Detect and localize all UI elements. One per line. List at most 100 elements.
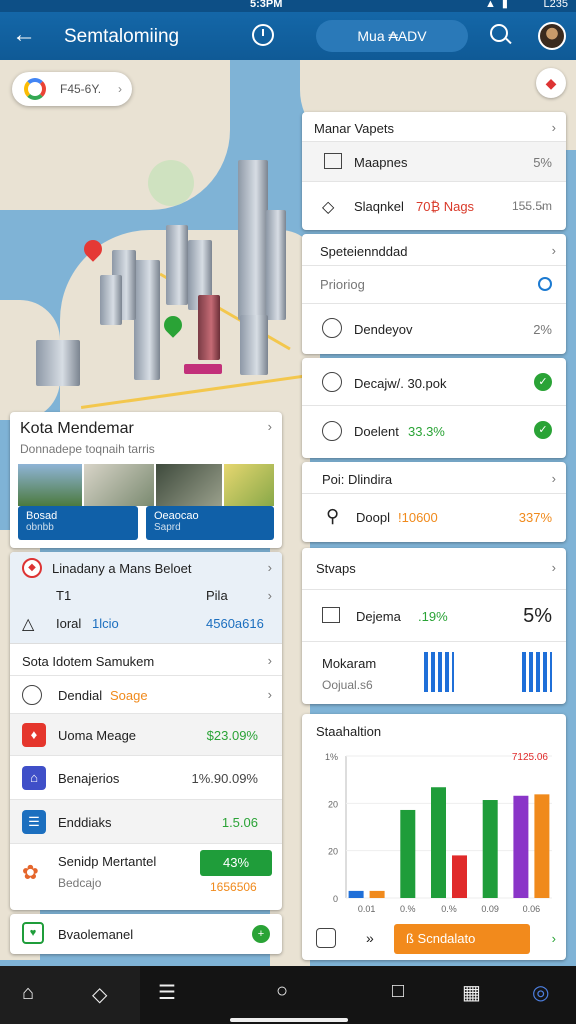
list-item[interactable]: ⚲ Doopl !10600 337%	[302, 494, 566, 542]
x-tick-label: 0.01	[358, 904, 376, 914]
row-label: Dendeyov	[354, 322, 413, 337]
list-item[interactable]: Maapnes 5%	[302, 142, 566, 182]
place-card: Kota Mendemar › Donnadepe toqnaih tarris…	[10, 412, 282, 548]
card-header[interactable]: Speteiennddad ›	[302, 234, 566, 266]
chevron-right-icon: ›	[551, 120, 556, 135]
photo-thumbnail[interactable]	[224, 464, 274, 506]
list-item[interactable]: Decajw/. 30.pok ✓	[302, 358, 566, 406]
row-sub: Oojual.s6	[322, 678, 373, 692]
back-arrow-icon[interactable]: ←	[12, 22, 36, 48]
y-tick-label: 20	[328, 847, 338, 857]
card-header[interactable]: Manar Vapets ›	[302, 112, 566, 142]
chevron-right-icon: ›	[267, 588, 272, 603]
radio-button[interactable]	[538, 277, 552, 291]
card-header[interactable]: Stvaps ›	[302, 548, 566, 590]
row-label: Doopl	[356, 510, 390, 525]
map-search-text: F45-6Y.	[60, 82, 102, 96]
assistant-icon[interactable]: ◎	[532, 980, 549, 1005]
list-item[interactable]: Dejema .19% 5%	[302, 590, 566, 642]
data-value-label: 7125.06	[512, 752, 549, 763]
row-value: 1656506	[210, 880, 257, 894]
list-item[interactable]: ♦ Uoma Meage $23.09%	[10, 714, 282, 756]
list-item[interactable]: Prioriog	[302, 266, 566, 304]
tag-icon[interactable]: ◇	[92, 982, 107, 1007]
list-item[interactable]: Dendeyov 2%	[302, 304, 566, 354]
list-item[interactable]: ◇ Slaqnkel 70₿ Nags 15̵5.5̵m	[302, 182, 566, 230]
list-item[interactable]: Doelent 33.3% ✓	[302, 406, 566, 456]
list-header[interactable]: ◆ Linadany a Mans Beloet › T1 Pila › △ I…	[10, 552, 282, 644]
chart-title: Staahaltion	[316, 724, 382, 739]
header-row2-mid: 1lcio	[92, 616, 119, 631]
alarm-clock-icon[interactable]	[252, 24, 274, 46]
chevron-right-icon[interactable]: ›	[552, 931, 556, 946]
list-item[interactable]: Mokaram Oojual.s6	[302, 642, 566, 704]
chevron-right-icon: ›	[267, 653, 272, 668]
bottom-row-card[interactable]: ♥ Bvaolemanel +	[10, 914, 282, 954]
mode-pill-button[interactable]: Mua ₳ADV	[316, 20, 468, 52]
x-tick-label: 0.06	[523, 904, 541, 914]
row-label: Dendial	[58, 688, 103, 703]
photo-thumbnail[interactable]	[84, 464, 154, 506]
chart-bar	[513, 795, 529, 898]
simulate-button-label: ß Scndalato	[406, 931, 476, 946]
card-title: Speteiennddad	[320, 244, 408, 259]
card-title: Manar Vapets	[314, 121, 394, 136]
recents-icon[interactable]: □	[392, 980, 404, 1003]
row-label: Bvaolemanel	[58, 927, 134, 942]
row-label: Mokaram	[322, 656, 377, 671]
row-label: Senidp Mertantel	[58, 854, 157, 869]
app-title: Semtalomiing	[64, 26, 180, 47]
list-item[interactable]: ✿ Senidp Mertantel Bedcajo 43% 1656506	[10, 844, 282, 902]
settings-card: Speteiennddad › Prioriog Dendeyov 2%	[302, 234, 566, 354]
chart-bar	[369, 890, 385, 898]
list-header-title: Linadany a Mans Beloet	[52, 561, 192, 576]
home-outline-icon[interactable]: ⌂	[22, 982, 34, 1005]
image-icon[interactable]	[316, 928, 336, 948]
map-search-chip[interactable]: F45-6Y. ›	[12, 72, 132, 106]
list-item[interactable]: ⌂ Benajerios 1%.90.09%	[10, 756, 282, 800]
row-label: Doelent	[354, 424, 399, 439]
row-highlight: 70₿ Nags	[416, 199, 475, 214]
poi-card: Poi: Dlindira › ⚲ Doopl !10600 337%	[302, 462, 566, 542]
app-bar: ← Semtalomiing Mua ₳ADV	[0, 12, 576, 60]
barcode-icon	[522, 652, 552, 692]
list-item[interactable]: ☰ Enddiaks 1.5.06	[10, 800, 282, 844]
shield-icon: ♥	[22, 922, 44, 944]
avatar[interactable]	[538, 22, 566, 50]
x-tick-label: 0.09	[481, 904, 499, 914]
simulate-button[interactable]: ß Scndalato	[394, 924, 530, 954]
row-value: 15̵5.5̵m	[511, 199, 552, 213]
section-header[interactable]: Sota Idotem Samukem ›	[10, 644, 282, 676]
chart-icon[interactable]: »	[366, 930, 374, 946]
menu-icon[interactable]: ☰	[158, 980, 176, 1005]
action-button-1[interactable]: Bosad obnbb	[18, 506, 138, 540]
list-item[interactable]: Dendial Soage ›	[10, 676, 282, 714]
list-icon: ☰	[22, 810, 46, 834]
search-icon[interactable]	[490, 24, 508, 42]
row-value: 1%.90.09%	[191, 771, 259, 786]
row-value: 337%	[518, 510, 552, 525]
percent-badge[interactable]: 43%	[200, 850, 272, 876]
header-row2-left: Ioral	[56, 616, 82, 631]
y-tick-label: 20	[328, 799, 338, 809]
row-mid-value: !10600	[398, 510, 438, 525]
card-header[interactable]: Poi: Dlindira ›	[302, 462, 566, 494]
add-icon[interactable]: +	[252, 925, 270, 943]
location-pin-button[interactable]: ◆	[536, 68, 566, 98]
chevron-right-icon: ›	[267, 687, 272, 702]
grid-icon[interactable]: ▦	[462, 980, 481, 1005]
home-circle-icon[interactable]: ○	[276, 980, 288, 1003]
action-button-2[interactable]: Oeaocao Saprd	[146, 506, 274, 540]
chevron-right-icon[interactable]: ›	[268, 419, 272, 434]
bar-chart: 1% 20 20 0 0.01 0.% 0.% 0.09 0.06 7125.06	[325, 752, 552, 914]
x-tick-label: 0.%	[441, 904, 457, 914]
chart-bar	[482, 800, 498, 898]
chevron-right-icon: ›	[267, 560, 272, 575]
row-label: Decajw/. 30.pok	[354, 376, 447, 391]
photo-thumbnail[interactable]	[18, 464, 82, 506]
photo-thumbnail[interactable]	[156, 464, 222, 506]
row-label: Prioriog	[320, 277, 365, 292]
map-tower	[100, 275, 122, 325]
map-tower	[238, 160, 268, 320]
button-sublabel: obnbb	[26, 522, 54, 533]
